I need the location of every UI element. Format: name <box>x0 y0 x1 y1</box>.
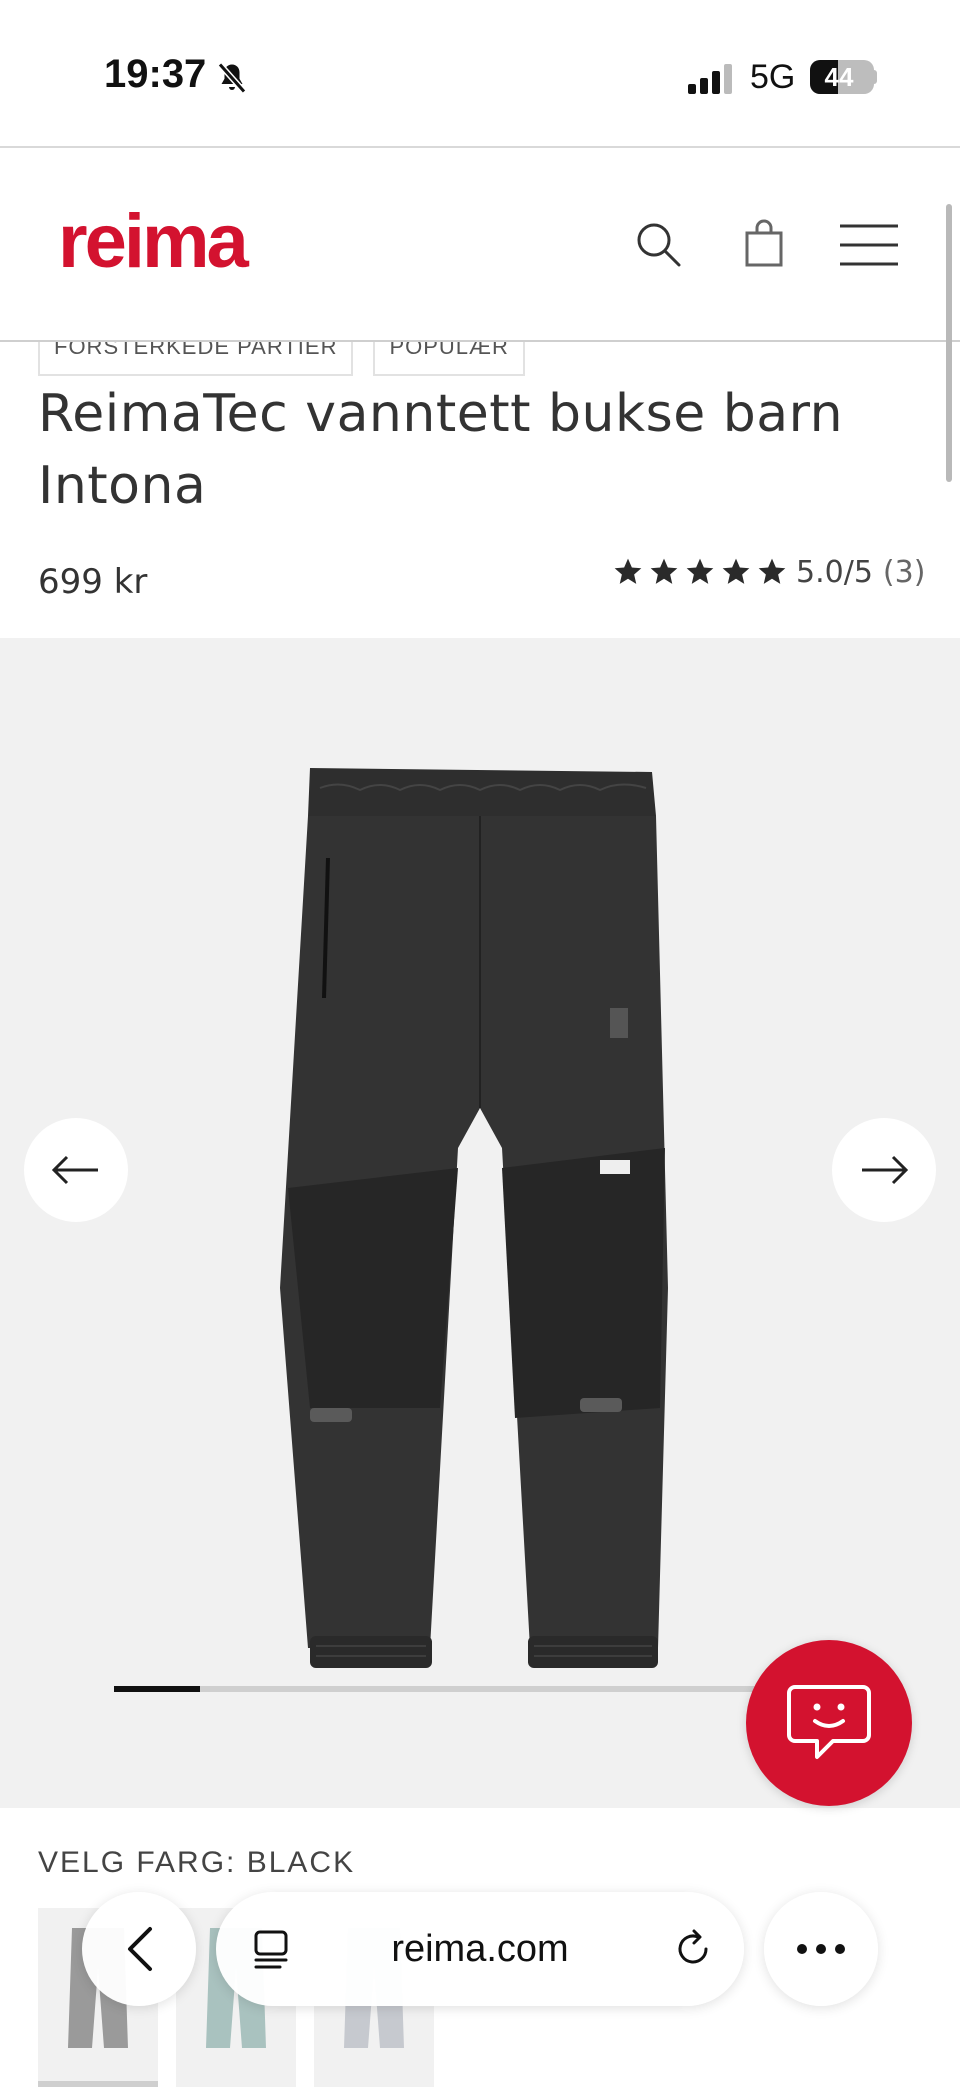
gallery-progress <box>114 1686 774 1692</box>
browser-toolbar: reima.com <box>0 1872 960 2087</box>
rating-stars <box>612 556 792 588</box>
hamburger-menu-icon[interactable] <box>840 222 898 268</box>
rating-score: 5.0/5 <box>796 554 873 590</box>
shopping-bag-icon[interactable] <box>740 218 790 268</box>
gallery-next-button[interactable] <box>832 1118 936 1222</box>
star-icon <box>722 558 750 584</box>
gallery-progress-fill <box>114 1686 200 1692</box>
rating-count[interactable]: (3) <box>883 555 926 590</box>
product-price: 699 kr <box>38 562 148 602</box>
battery-icon: 44 <box>810 60 874 94</box>
black-pants-image <box>280 768 668 1668</box>
site-header: reima <box>0 150 960 342</box>
browser-more-button[interactable] <box>764 1892 878 2006</box>
product-gallery[interactable] <box>0 638 960 1808</box>
chat-button[interactable] <box>746 1640 912 1806</box>
signal-icon <box>688 64 732 94</box>
address-bar[interactable]: reima.com <box>216 1892 744 2006</box>
star-icon <box>686 558 714 584</box>
bell-slash-icon <box>217 62 247 94</box>
reload-icon[interactable] <box>672 1928 714 1970</box>
search-icon[interactable] <box>634 220 684 270</box>
page-scrollbar[interactable] <box>946 204 952 482</box>
status-time: 19:37 <box>104 52 207 96</box>
star-icon <box>650 558 678 584</box>
gallery-prev-button[interactable] <box>24 1118 128 1222</box>
status-bar: 19:37 5G 44 <box>0 0 960 148</box>
chat-smiley-icon <box>787 1685 871 1759</box>
product-title: ReimaTec vanntett bukse barn Intona <box>38 384 844 516</box>
chevron-left-icon <box>128 1927 152 1971</box>
star-icon <box>614 558 642 584</box>
more-dots-icon <box>797 1944 845 1954</box>
arrow-right-icon <box>862 1155 908 1185</box>
reima-logo[interactable]: reima <box>58 198 249 285</box>
star-icon <box>758 558 786 584</box>
product-rating[interactable]: 5.0/5 (3) <box>612 552 925 592</box>
url-text[interactable]: reima.com <box>216 1928 744 1971</box>
battery-cap <box>872 70 877 84</box>
browser-back-button[interactable] <box>82 1892 196 2006</box>
network-label: 5G <box>750 58 796 96</box>
battery-percent: 44 <box>824 62 854 92</box>
arrow-left-icon <box>52 1155 98 1185</box>
